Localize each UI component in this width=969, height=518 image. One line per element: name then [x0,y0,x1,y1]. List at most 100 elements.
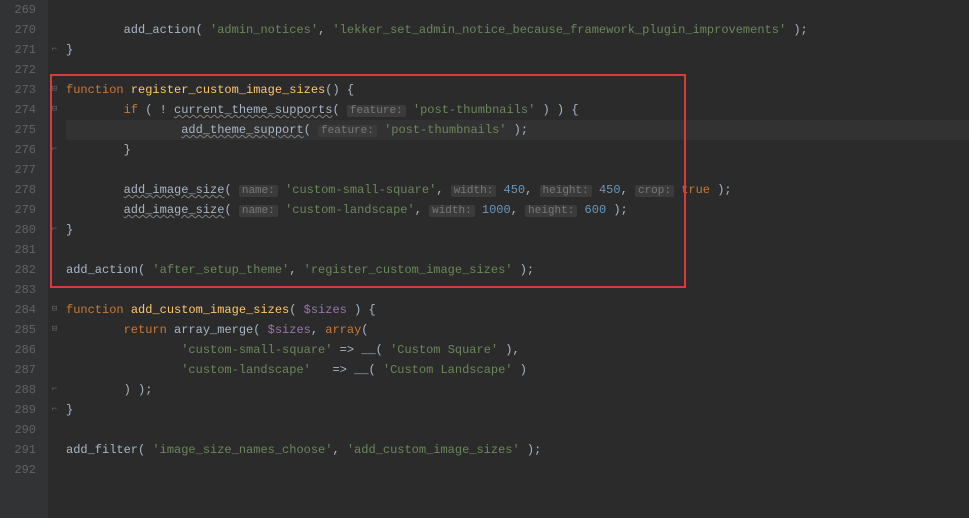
token-str: 'custom-landscape' [181,363,311,377]
token-punct [577,203,584,217]
line-number[interactable]: 292 [8,460,36,480]
code-line[interactable]: } [66,140,969,160]
token-punct: ( [138,443,152,457]
fold-column[interactable]: ⌐ ⊟ ⊟ ⌐ ⌐ ⊟ ⊟ ⌐ ⌐ [48,0,62,518]
line-number[interactable]: 287 [8,360,36,380]
code-line[interactable]: function add_custom_image_sizes( $sizes … [66,300,969,320]
code-line[interactable]: 'custom-landscape' => __( 'Custom Landsc… [66,360,969,380]
line-number[interactable]: 274 [8,100,36,120]
line-number[interactable]: 273 [8,80,36,100]
token-fn-call: add_image_size [124,203,225,217]
line-number[interactable]: 280 [8,220,36,240]
fold-open-icon[interactable]: ⊟ [50,305,59,314]
line-number[interactable]: 278 [8,180,36,200]
token-punct [592,183,599,197]
token-kw: array [325,323,361,337]
code-line[interactable] [66,240,969,260]
fold-close-icon[interactable]: ⌐ [50,405,59,414]
code-line[interactable] [66,280,969,300]
line-number[interactable]: 269 [8,0,36,20]
token-kw: if [124,103,146,117]
fold-open-icon[interactable]: ⊟ [50,105,59,114]
token-num: 1000 [482,203,511,217]
line-number[interactable]: 275 [8,120,36,140]
token-kw: return [124,323,174,337]
code-line[interactable]: add_filter( 'image_size_names_choose', '… [66,440,969,460]
token-str: 'after_setup_theme' [152,263,289,277]
line-number[interactable]: 272 [8,60,36,80]
line-number[interactable]: 284 [8,300,36,320]
code-line[interactable]: add_action( 'after_setup_theme', 'regist… [66,260,969,280]
token-fn-call: add_theme_support [181,123,303,137]
code-line[interactable]: ) ); [66,380,969,400]
token-kw: function [66,83,131,97]
code-line[interactable]: 'custom-small-square' => __( 'Custom Squ… [66,340,969,360]
code-line[interactable] [66,60,969,80]
code-line[interactable]: if ( ! current_theme_supports( feature: … [66,100,969,120]
code-line[interactable] [66,160,969,180]
token-str: 'Custom Landscape' [383,363,513,377]
line-number[interactable]: 279 [8,200,36,220]
fold-open-icon[interactable]: ⊟ [50,85,59,94]
token-punct: , [311,323,325,337]
code-line[interactable]: } [66,220,969,240]
line-number[interactable]: 283 [8,280,36,300]
line-number[interactable]: 271 [8,40,36,60]
token-punct: , [332,443,346,457]
code-line[interactable] [66,460,969,480]
code-area[interactable]: add_action( 'admin_notices', 'lekker_set… [62,0,969,518]
token-str: 'custom-small-square' [181,343,332,357]
code-line[interactable]: } [66,40,969,60]
code-line[interactable]: return array_merge( $sizes, array( [66,320,969,340]
line-number[interactable]: 285 [8,320,36,340]
token-fn-call: current_theme_supports [174,103,332,117]
code-line[interactable]: } [66,400,969,420]
token-punct: ( ! [145,103,174,117]
token-param-hint: name: [239,185,278,197]
token-bool: true [681,183,710,197]
token-punct [278,203,285,217]
code-line[interactable] [66,0,969,20]
fold-close-icon[interactable]: ⌐ [50,225,59,234]
token-str: 'image_size_names_choose' [152,443,332,457]
token-punct: ) [513,363,527,377]
token-str: 'custom-small-square' [285,183,436,197]
fold-open-icon[interactable]: ⊟ [50,325,59,334]
token-punct: ); [710,183,732,197]
token-punct: ( [332,103,346,117]
code-line[interactable]: add_image_size( name: 'custom-small-squa… [66,180,969,200]
code-line[interactable]: add_theme_support( feature: 'post-thumbn… [66,120,969,140]
token-punct: ) ); [124,383,153,397]
line-number[interactable]: 291 [8,440,36,460]
line-number[interactable]: 276 [8,140,36,160]
token-punct: , [511,203,525,217]
line-number[interactable]: 286 [8,340,36,360]
code-line[interactable]: function register_custom_image_sizes() { [66,80,969,100]
token-punct: , [415,203,429,217]
code-line[interactable]: add_image_size( name: 'custom-landscape'… [66,200,969,220]
token-punct: ( [196,23,210,37]
token-punct: ); [506,123,528,137]
fold-close-icon[interactable]: ⌐ [50,45,59,54]
line-number[interactable]: 270 [8,20,36,40]
line-number[interactable]: 288 [8,380,36,400]
fold-close-icon[interactable]: ⌐ [50,145,59,154]
token-punct: ); [606,203,628,217]
token-punct [278,183,285,197]
token-punct: } [124,143,131,157]
code-editor[interactable]: 2692702712722732742752762772782792802812… [0,0,969,518]
token-punct: => [311,363,354,377]
line-number[interactable]: 281 [8,240,36,260]
line-number[interactable]: 282 [8,260,36,280]
line-number[interactable]: 289 [8,400,36,420]
token-fn-call: add_action [66,263,138,277]
line-number-gutter[interactable]: 2692702712722732742752762772782792802812… [0,0,48,518]
code-line[interactable] [66,420,969,440]
token-punct: ), [498,343,520,357]
line-number[interactable]: 277 [8,160,36,180]
token-kw: function [66,303,131,317]
line-number[interactable]: 290 [8,420,36,440]
code-line[interactable]: add_action( 'admin_notices', 'lekker_set… [66,20,969,40]
token-punct: } [66,403,73,417]
fold-close-icon[interactable]: ⌐ [50,385,59,394]
